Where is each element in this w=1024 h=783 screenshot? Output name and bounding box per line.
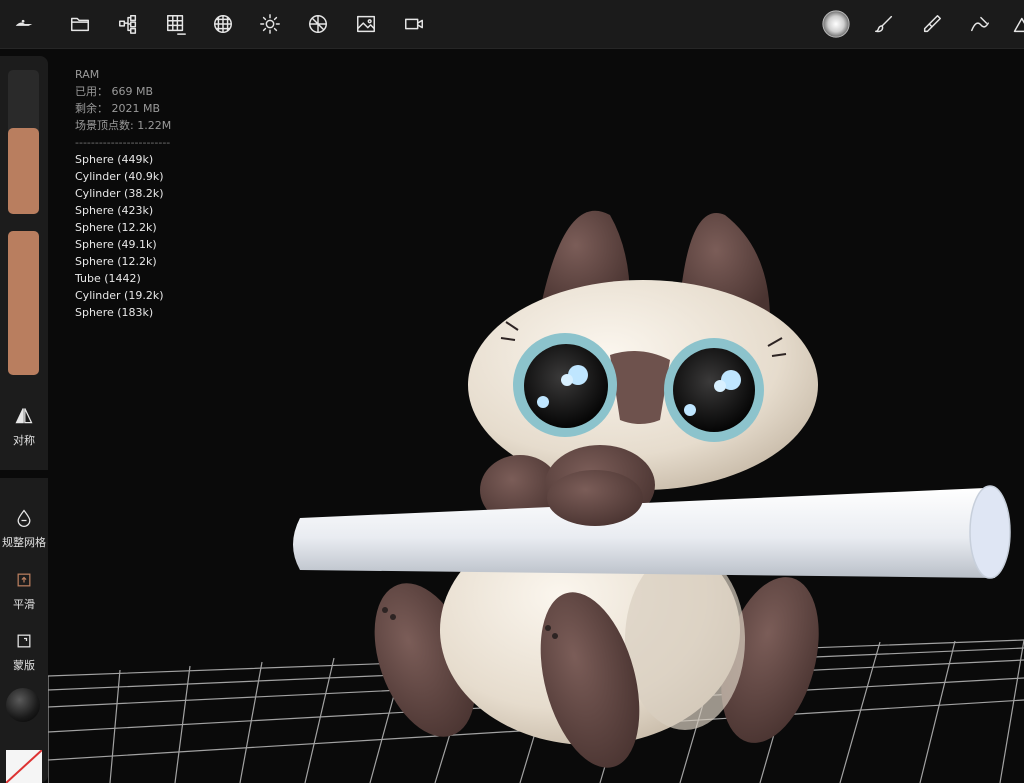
- nose-mask: [610, 351, 670, 424]
- symmetry-button[interactable]: 对称: [0, 404, 48, 448]
- no-color-swatch[interactable]: [6, 750, 42, 783]
- mask-label: 蒙版: [13, 659, 35, 672]
- camera-icon[interactable]: [398, 8, 430, 40]
- matcap-sphere-icon[interactable]: [6, 688, 40, 722]
- symmetry-label: 对称: [13, 434, 35, 447]
- more-icon[interactable]: [1004, 8, 1024, 40]
- grid-icon[interactable]: [160, 8, 192, 40]
- paw-on-rod: [547, 470, 643, 526]
- drop-icon: [17, 509, 31, 527]
- left-sidebar: 对称 规整网格 平滑 蒙版: [0, 56, 48, 783]
- folder-icon[interactable]: [64, 8, 96, 40]
- right-eye: [664, 338, 764, 442]
- radius-slider[interactable]: [8, 70, 39, 214]
- sidebar-divider: [0, 470, 48, 478]
- stroke-icon[interactable]: [964, 8, 996, 40]
- smooth-button[interactable]: 平滑: [0, 568, 48, 612]
- scene-tree-icon[interactable]: [112, 8, 144, 40]
- mask-button[interactable]: 蒙版: [0, 629, 48, 673]
- intensity-slider-fill: [8, 231, 39, 375]
- sculpt-brush-icon[interactable]: [916, 8, 948, 40]
- left-eye: [513, 333, 617, 437]
- topology-icon[interactable]: [207, 8, 239, 40]
- remesh-label: 规整网格: [2, 536, 46, 549]
- top-toolbar: [0, 0, 1024, 49]
- radius-slider-fill: [8, 127, 39, 214]
- brush-preview-icon[interactable]: [820, 8, 852, 40]
- menu-icon[interactable]: [8, 8, 40, 40]
- paint-brush-icon[interactable]: [868, 8, 900, 40]
- light-icon[interactable]: [254, 8, 286, 40]
- intensity-slider[interactable]: [8, 231, 39, 375]
- symmetry-icon: [15, 408, 33, 424]
- background-image-icon[interactable]: [350, 8, 382, 40]
- mask-icon: [17, 634, 31, 648]
- smooth-icon: [17, 573, 31, 587]
- tube-rod: [293, 485, 1011, 579]
- remesh-button[interactable]: 规整网格: [0, 506, 48, 550]
- smooth-label: 平滑: [13, 598, 35, 611]
- 3d-viewport[interactable]: [48, 48, 1024, 783]
- material-icon[interactable]: [302, 8, 334, 40]
